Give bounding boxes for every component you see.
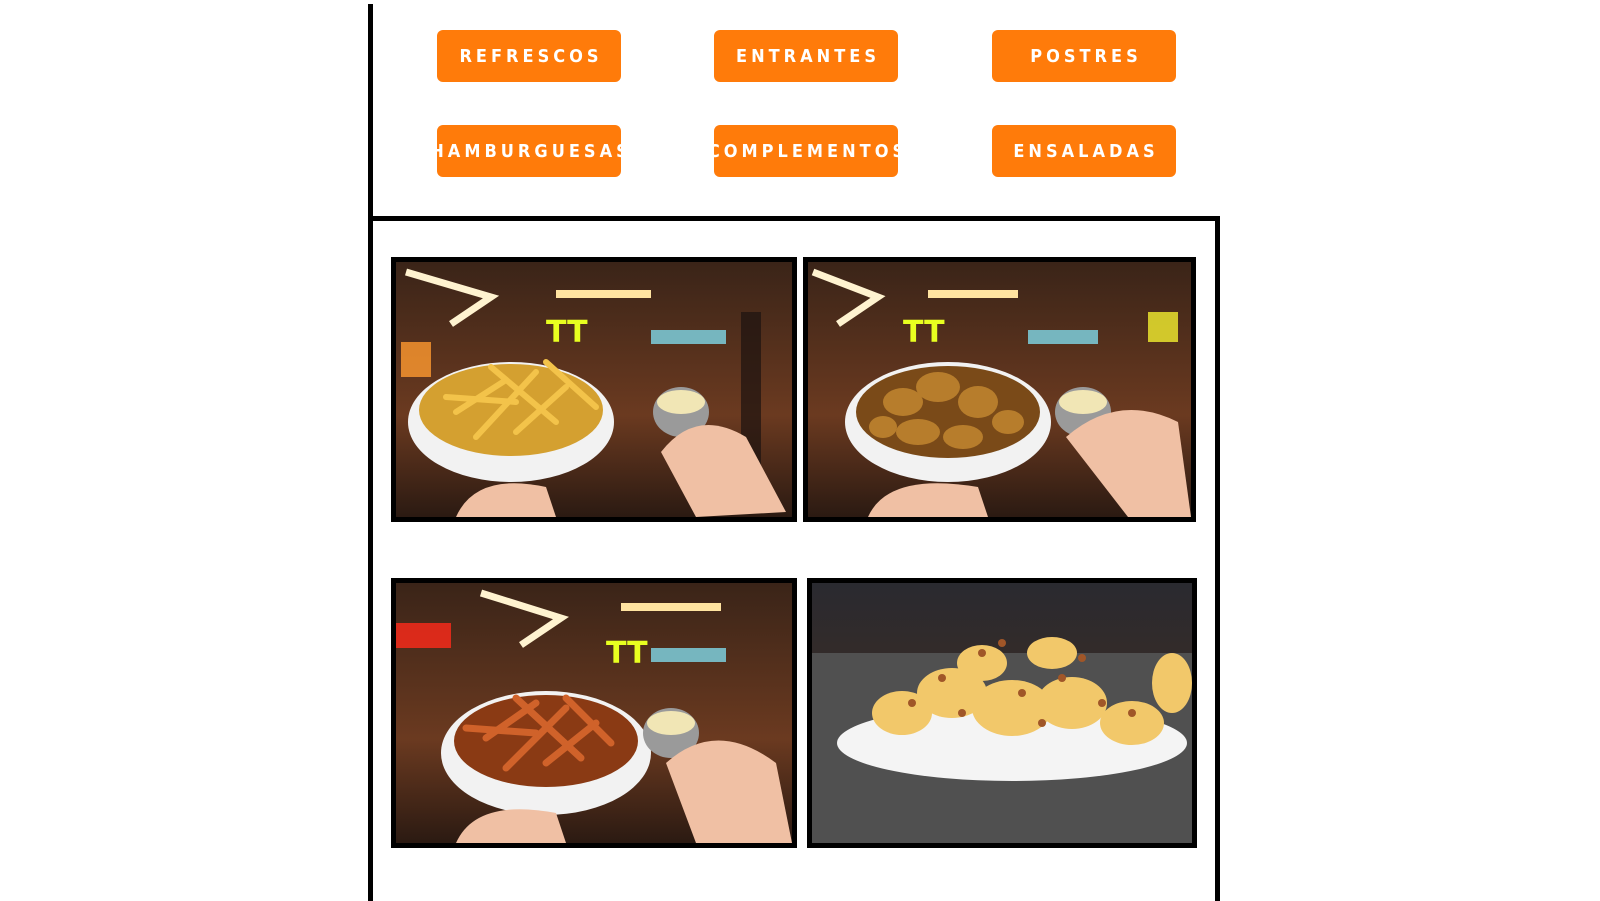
- loaded-potatoes-photo: [807, 578, 1197, 848]
- right-border-line: [1215, 216, 1220, 901]
- fries-bowl-photo: TT: [391, 257, 797, 522]
- category-button-complementos[interactable]: COMPLEMENTOS: [708, 125, 904, 177]
- category-button-hamburguesas[interactable]: HAMBURGUESAS: [430, 125, 628, 177]
- category-button-postres[interactable]: POSTRES: [992, 30, 1176, 82]
- category-button-ensaladas[interactable]: ENSALADAS: [992, 125, 1176, 177]
- left-border-line: [368, 4, 373, 901]
- section-divider-line: [373, 216, 1219, 221]
- category-button-entrantes[interactable]: ENTRANTES: [714, 30, 898, 82]
- category-button-refrescos[interactable]: REFRESCOS: [437, 30, 621, 82]
- svg-text:TT: TT: [606, 636, 648, 671]
- svg-text:TT: TT: [546, 315, 588, 350]
- potato-wedges-photo: TT: [803, 257, 1196, 522]
- svg-text:TT: TT: [903, 315, 945, 350]
- sweet-potato-fries-photo: TT: [391, 578, 797, 848]
